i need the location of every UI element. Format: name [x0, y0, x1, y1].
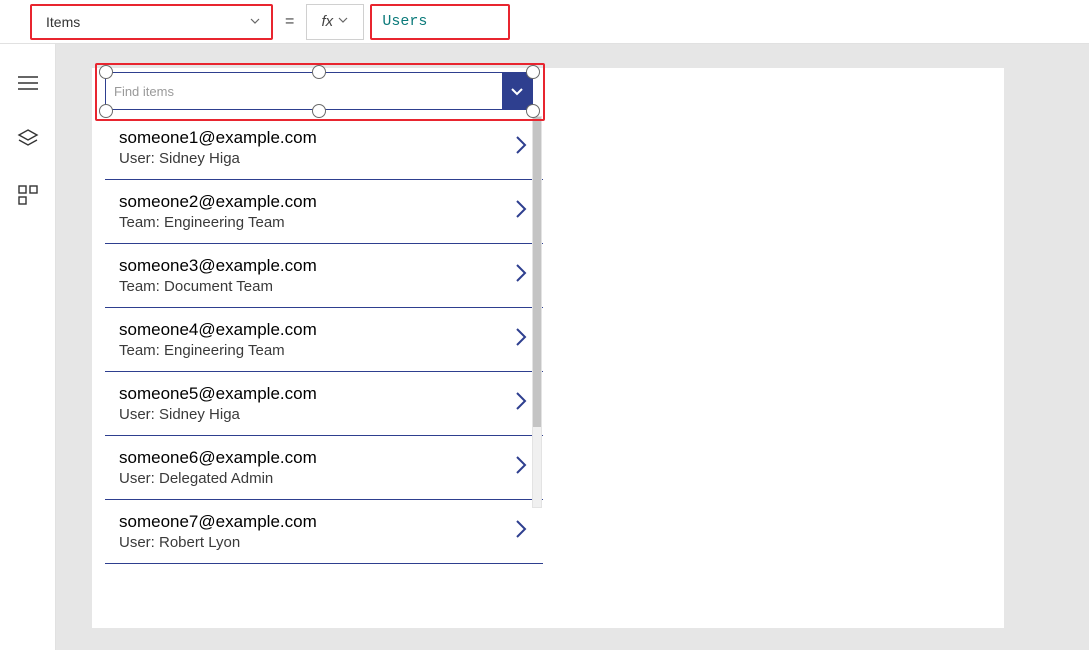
gallery-item-text: someone7@example.com User: Robert Lyon: [119, 512, 317, 551]
gallery-item-subtitle: Team: Engineering Team: [119, 214, 317, 231]
gallery-item[interactable]: someone2@example.com Team: Engineering Te…: [105, 180, 543, 244]
gallery-item-subtitle: User: Delegated Admin: [119, 470, 317, 487]
gallery-item-text: someone1@example.com User: Sidney Higa: [119, 128, 317, 167]
gallery-item-text: someone5@example.com User: Sidney Higa: [119, 384, 317, 423]
gallery-item-title: someone4@example.com: [119, 320, 317, 340]
gallery-item-title: someone7@example.com: [119, 512, 317, 532]
gallery-item[interactable]: someone6@example.com User: Delegated Admi…: [105, 436, 543, 500]
gallery-item[interactable]: someone5@example.com User: Sidney Higa: [105, 372, 543, 436]
gallery-item-text: someone2@example.com Team: Engineering Te…: [119, 192, 317, 231]
combobox-control[interactable]: [105, 72, 533, 110]
gallery-item-text: someone4@example.com Team: Engineering Te…: [119, 320, 317, 359]
chevron-down-icon: [249, 14, 261, 30]
scrollbar-thumb[interactable]: [533, 117, 541, 427]
formula-text: Users: [382, 13, 427, 30]
hamburger-icon[interactable]: [17, 72, 39, 94]
gallery-item[interactable]: someone1@example.com User: Sidney Higa: [105, 116, 543, 180]
components-icon[interactable]: [17, 184, 39, 206]
gallery-item-subtitle: Team: Document Team: [119, 278, 317, 295]
gallery-item-subtitle: User: Sidney Higa: [119, 150, 317, 167]
gallery-item-subtitle: User: Robert Lyon: [119, 534, 317, 551]
layers-icon[interactable]: [17, 128, 39, 150]
side-rail: [0, 44, 56, 650]
gallery-item[interactable]: someone3@example.com Team: Document Team: [105, 244, 543, 308]
gallery-item-title: someone5@example.com: [119, 384, 317, 404]
fx-label: fx: [322, 13, 334, 30]
main-area: someone1@example.comUser: Sidney Higasom…: [0, 44, 1089, 650]
chevron-right-icon[interactable]: [513, 517, 535, 546]
equals-sign: =: [285, 13, 294, 31]
property-dropdown-label: Items: [46, 14, 80, 30]
formula-bar-spacer: [510, 4, 1089, 40]
fx-button[interactable]: fx: [306, 4, 364, 40]
property-dropdown[interactable]: Items: [30, 4, 273, 40]
gallery-item[interactable]: someone7@example.com User: Robert Lyon: [105, 500, 543, 564]
gallery-item-subtitle: Team: Engineering Team: [119, 342, 317, 359]
combobox-input[interactable]: [106, 73, 502, 109]
gallery-item-subtitle: User: Sidney Higa: [119, 406, 317, 423]
formula-input[interactable]: Users: [370, 4, 510, 40]
app-canvas[interactable]: someone1@example.comUser: Sidney Higasom…: [92, 68, 1004, 628]
gallery-item[interactable]: someone4@example.com Team: Engineering Te…: [105, 308, 543, 372]
gallery-item-title: someone6@example.com: [119, 448, 317, 468]
gallery-item-text: someone3@example.com Team: Document Team: [119, 256, 317, 295]
combobox-open-button[interactable]: [502, 73, 532, 109]
scrollbar[interactable]: [532, 116, 542, 508]
gallery-item-title: someone2@example.com: [119, 192, 317, 212]
gallery: someone1@example.comUser: Sidney Higasom…: [105, 116, 543, 616]
gallery-item-title: someone1@example.com: [119, 128, 317, 148]
gallery-item-title: someone3@example.com: [119, 256, 317, 276]
canvas-wrap: someone1@example.comUser: Sidney Higasom…: [56, 44, 1089, 650]
chevron-down-icon: [337, 14, 349, 29]
gallery-item-text: someone6@example.com User: Delegated Admi…: [119, 448, 317, 487]
formula-bar: Items = fx Users: [0, 0, 1089, 44]
